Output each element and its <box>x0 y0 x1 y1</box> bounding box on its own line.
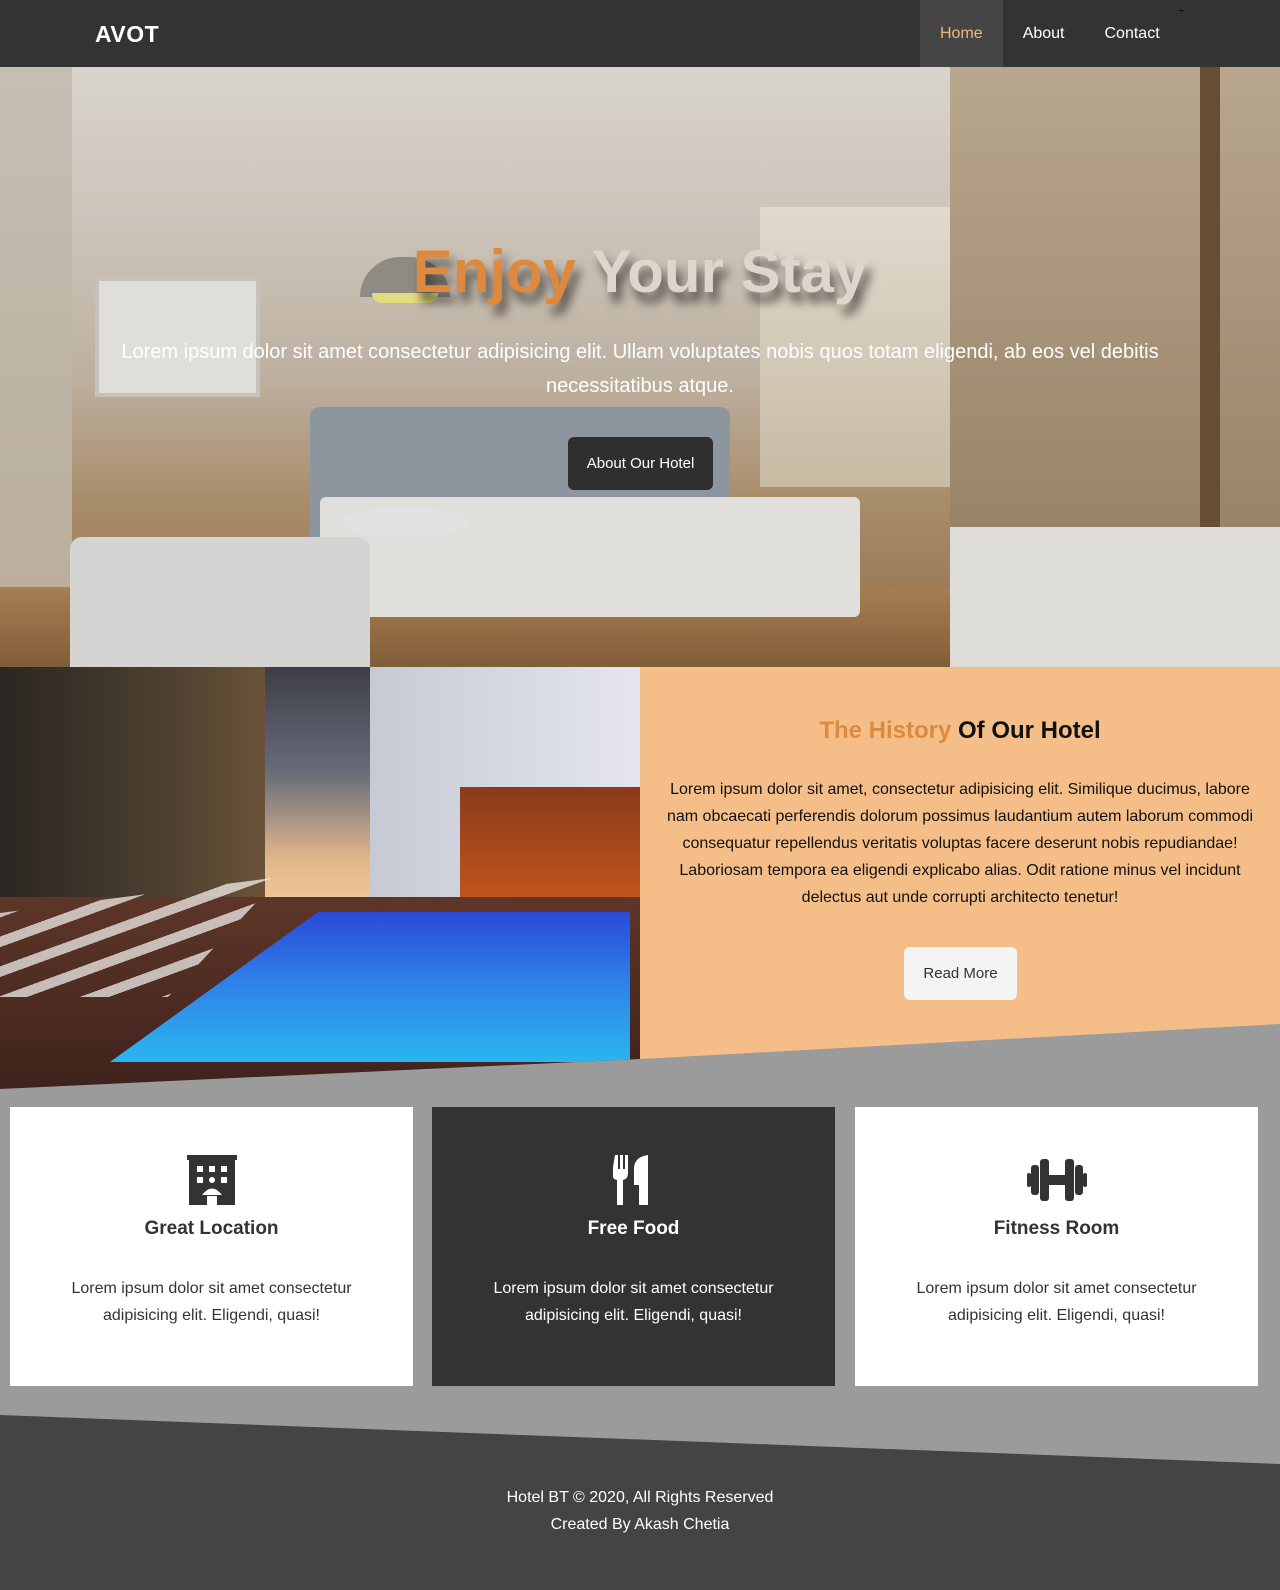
navbar: AVOT Home About Contact - <box>0 0 1280 67</box>
hotel-building-icon <box>10 1155 413 1205</box>
site-logo[interactable]: AVOT <box>95 21 159 48</box>
history-text: Lorem ipsum dolor sit amet, consectetur … <box>666 781 1254 906</box>
feature-title: Fitness Room <box>993 1218 1120 1239</box>
hero-title-rest: Your Stay <box>591 238 868 305</box>
footer-credit: Created By Akash Chetia <box>550 1516 730 1533</box>
nav-link-contact[interactable]: Contact <box>1085 0 1180 67</box>
hero-title: Enjoy Your Stay <box>0 237 1280 307</box>
footer: Hotel BT © 2020, All Rights Reserved Cre… <box>0 1415 1280 1590</box>
feature-card-location: Great Location Lorem ipsum dolor sit ame… <box>10 1107 413 1386</box>
nav-links: Home About Contact <box>920 0 1180 67</box>
footer-copyright: Hotel BT © 2020, All Rights Reserved <box>506 1489 774 1506</box>
hero-section: Enjoy Your Stay Lorem ipsum dolor sit am… <box>0 67 1280 667</box>
dumbbell-icon <box>855 1155 1258 1205</box>
hero-title-accent: Enjoy <box>412 238 577 305</box>
history-title-accent: The History <box>819 717 952 744</box>
hero-text: Lorem ipsum dolor sit amet consectetur a… <box>121 341 1159 397</box>
nav-link-about[interactable]: About <box>1003 0 1085 67</box>
history-title-rest: Of Our Hotel <box>958 717 1101 744</box>
feature-text: Lorem ipsum dolor sit amet consectetur a… <box>916 1280 1197 1324</box>
feature-text: Lorem ipsum dolor sit amet consectetur a… <box>71 1280 352 1324</box>
read-more-button[interactable]: Read More <box>904 947 1017 1000</box>
rooftop-pool-image <box>0 667 640 1089</box>
nav-dash-mark: - <box>1179 1 1184 17</box>
feature-card-food: Free Food Lorem ipsum dolor sit amet con… <box>432 1107 835 1386</box>
feature-text: Lorem ipsum dolor sit amet consectetur a… <box>493 1280 774 1324</box>
history-title: The History Of Our Hotel <box>640 717 1280 745</box>
about-our-hotel-button[interactable]: About Our Hotel <box>568 437 713 490</box>
feature-title: Great Location <box>144 1218 279 1239</box>
nav-link-home[interactable]: Home <box>920 0 1003 67</box>
feature-card-fitness: Fitness Room Lorem ipsum dolor sit amet … <box>855 1107 1258 1386</box>
feature-title: Free Food <box>587 1218 680 1239</box>
utensils-icon <box>432 1155 835 1205</box>
